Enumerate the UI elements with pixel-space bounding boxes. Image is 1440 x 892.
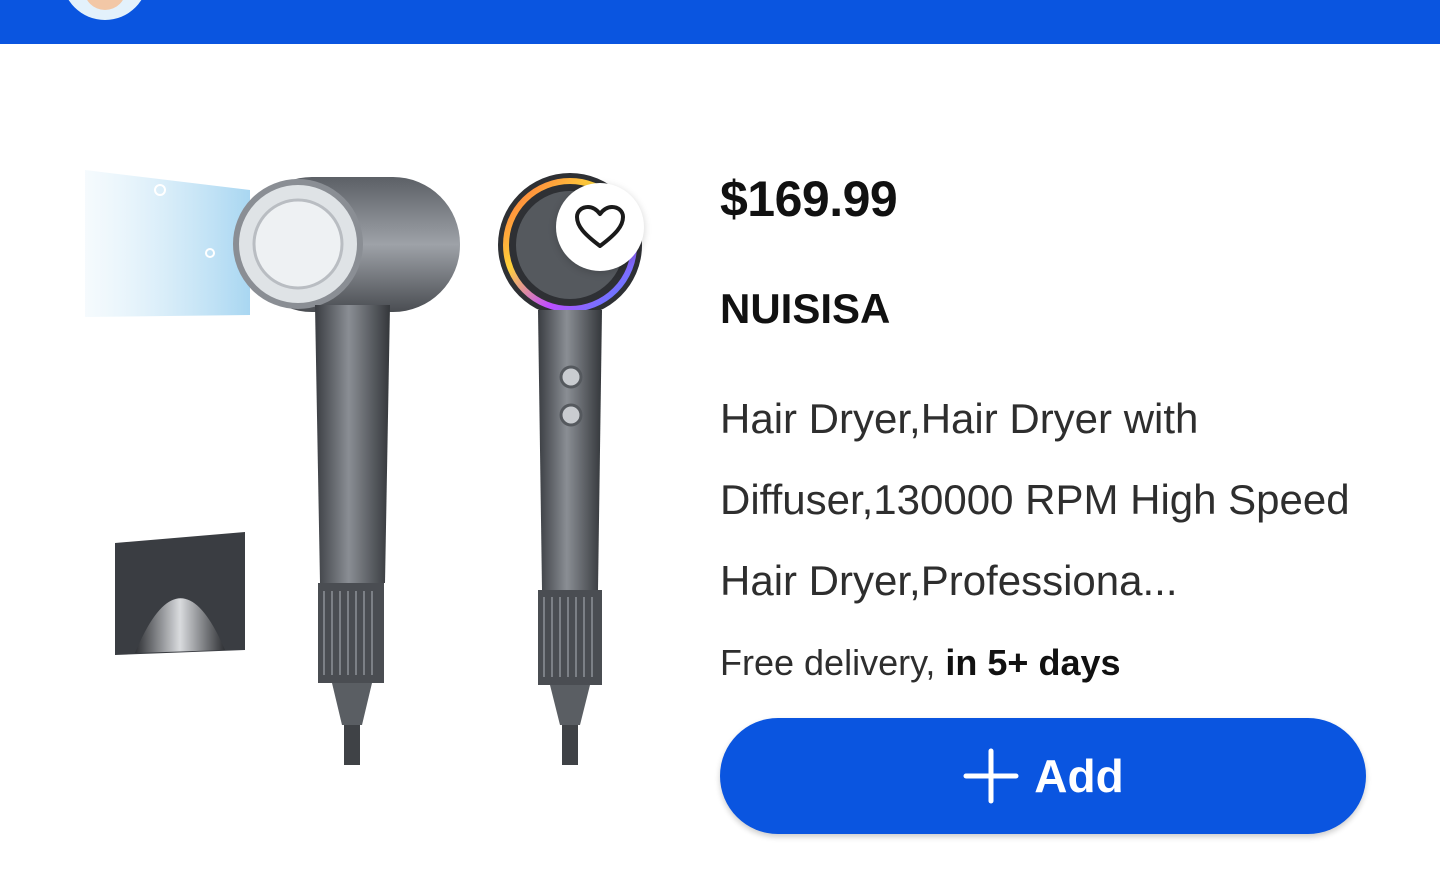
delivery-prefix: Free delivery, [720, 642, 946, 683]
add-to-cart-button[interactable]: Add [720, 718, 1366, 834]
delivery-info: Free delivery, in 5+ days [720, 642, 1121, 684]
avatar-icon[interactable] [62, 0, 148, 20]
add-button-label: Add [1034, 750, 1124, 802]
product-price: $169.99 [720, 171, 898, 227]
top-header-bar [0, 0, 1440, 44]
heart-outline-icon [575, 205, 625, 248]
favorite-button[interactable] [556, 183, 644, 271]
delivery-eta: in 5+ days [945, 642, 1121, 683]
product-brand: NUISISA [720, 285, 891, 332]
plus-icon [963, 748, 1019, 804]
product-title[interactable]: Hair Dryer,Hair Dryer with Diffuser,1300… [720, 378, 1380, 621]
